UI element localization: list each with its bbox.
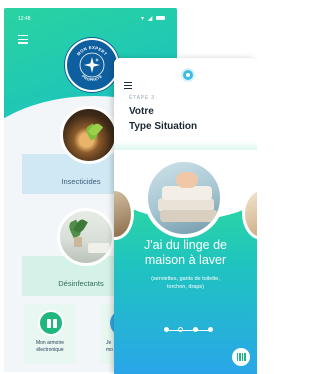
brand-badge: MON EXPERT PROPRETE (65, 38, 119, 92)
situation-title: J'ai du linge de maison à laver (143, 238, 227, 267)
app-mockup: 12:48 ▾ ◢ MON EXPERT PROPRETE Insecticid… (0, 0, 257, 374)
barcode-scan-icon[interactable] (232, 348, 250, 366)
signal-icon: ◢ (147, 16, 154, 22)
badge-top-text: MON EXPERT (76, 45, 108, 57)
pagination-dot[interactable] (164, 327, 169, 332)
status-icons: ▾ ◢ (141, 15, 165, 22)
avatar-icon[interactable] (181, 68, 195, 82)
carousel-pagination (164, 327, 214, 333)
tile-mon-armoire[interactable]: Mon armoire électronique (24, 304, 76, 364)
svg-text:PROPRETE: PROPRETE (81, 74, 103, 82)
pagination-dot[interactable] (208, 327, 213, 332)
step-label: ÉTAPE 3 (129, 95, 155, 101)
page-title-line1: Votre (129, 106, 154, 117)
living-room-plant-photo (57, 208, 115, 266)
situation-screen: ÉTAPE 3 Votre Type Situation J'ai du lin… (114, 58, 257, 374)
pagination-dot-active[interactable] (178, 327, 183, 332)
tile-label: Mon armoire électronique (35, 340, 65, 353)
wifi-icon: ▾ (141, 16, 146, 22)
hamburger-menu-icon[interactable] (18, 35, 28, 46)
badge-bottom-text: PROPRETE (81, 74, 103, 82)
situation-subtitle: (serviettes, gants de toilette, torchon,… (151, 276, 220, 290)
hamburger-menu-icon[interactable] (124, 82, 132, 91)
svg-text:MON EXPERT: MON EXPERT (76, 45, 109, 57)
wardrobe-icon (38, 310, 64, 336)
laundry-photo[interactable] (144, 158, 224, 238)
page-title-line2: Type Situation (129, 121, 198, 132)
badge-graphic: MON EXPERT PROPRETE (76, 45, 109, 82)
plant-in-soil-photo (60, 106, 118, 164)
status-time: 12:48 (18, 16, 31, 22)
sparkle-icon (84, 57, 100, 73)
battery-icon (156, 16, 165, 21)
pagination-dot[interactable] (193, 327, 198, 332)
